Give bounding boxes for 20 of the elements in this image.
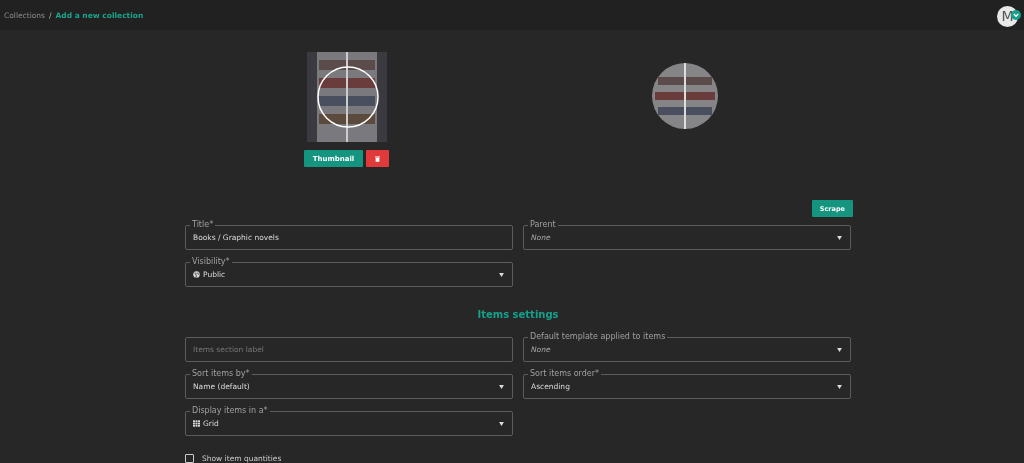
field-label: Display items in a* xyxy=(191,406,269,416)
chevron-badge-icon xyxy=(1011,9,1021,20)
round-thumbnail-preview-drawing xyxy=(651,63,718,129)
checkbox[interactable] xyxy=(185,454,194,463)
field-label: Sort items order* xyxy=(529,369,601,379)
section-heading: Items settings xyxy=(476,309,560,320)
field-label: Default template applied to items xyxy=(529,332,667,342)
field-label: Title* xyxy=(191,220,215,230)
grid-icon xyxy=(193,420,200,427)
caret-icon xyxy=(499,384,504,389)
caret-icon xyxy=(499,421,504,426)
caret-icon xyxy=(837,384,842,389)
caret-icon xyxy=(837,347,842,352)
caret-icon xyxy=(499,272,504,277)
delete-button[interactable] xyxy=(366,150,390,167)
field-label: Visibility* xyxy=(191,257,231,267)
caret-icon xyxy=(837,235,842,240)
field-label: Parent xyxy=(529,220,557,230)
field-label: Sort items by* xyxy=(191,369,251,379)
globe-icon xyxy=(193,271,200,278)
